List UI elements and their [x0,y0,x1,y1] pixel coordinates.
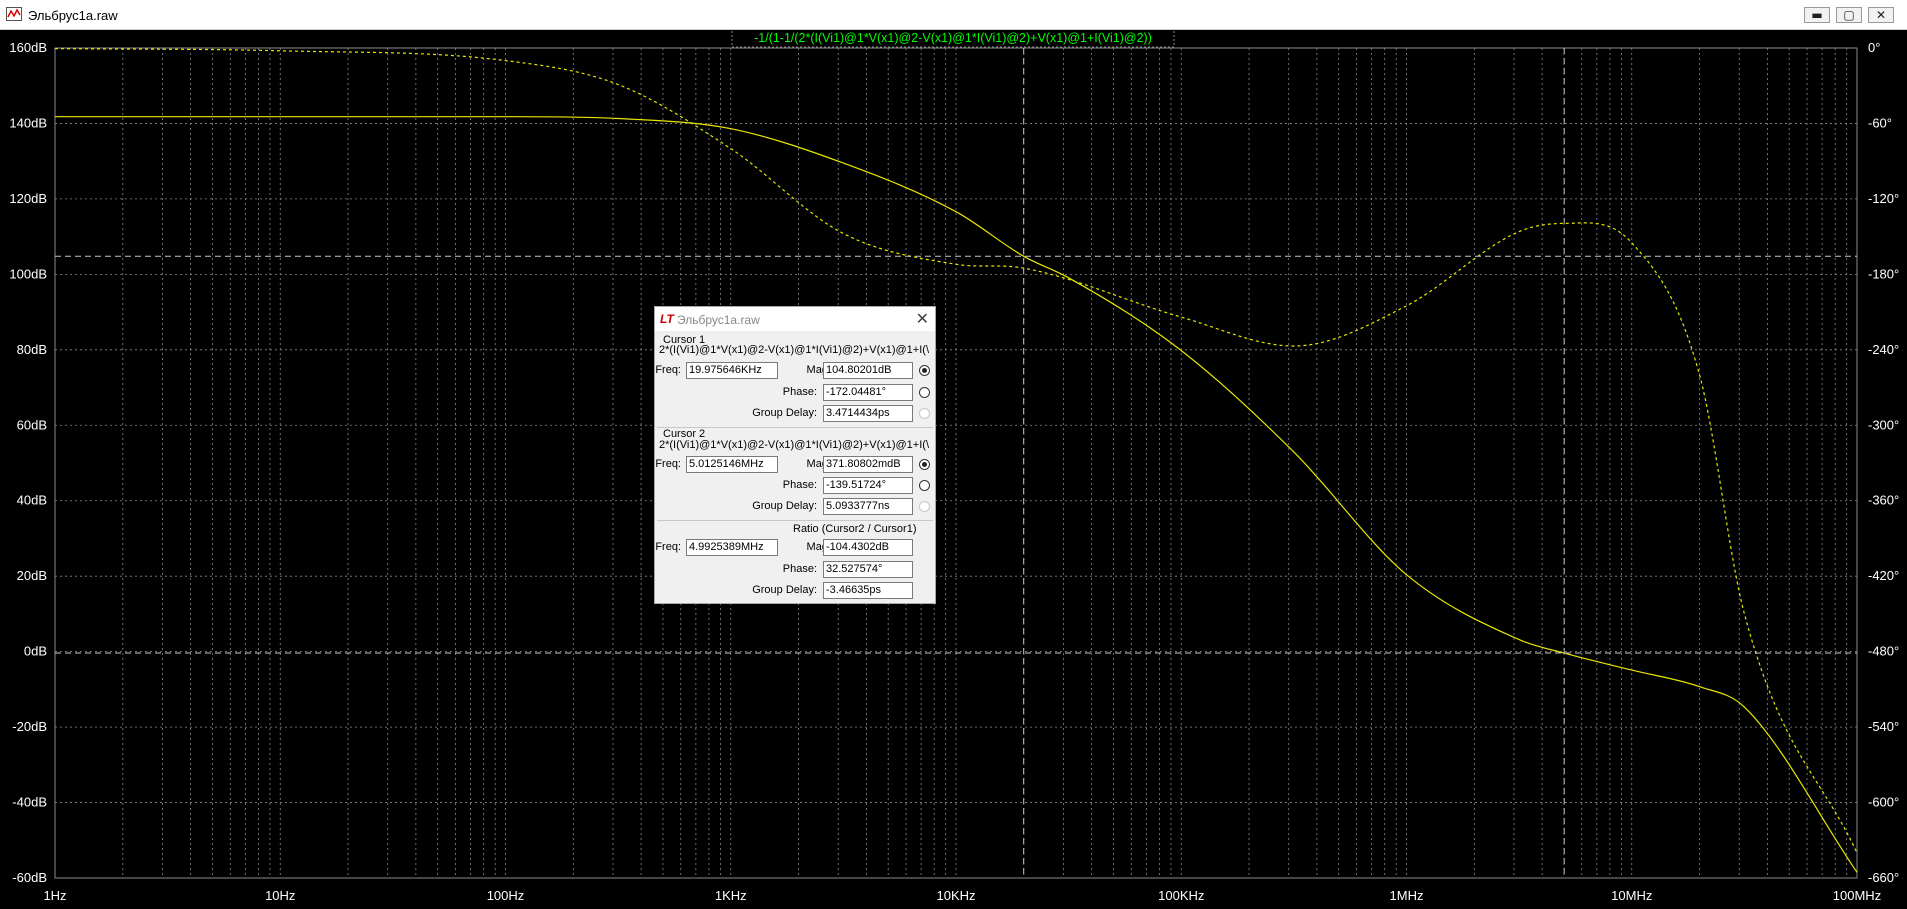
y-right-tick-label: -360° [1868,493,1899,508]
section-divider [657,520,933,521]
y-left-tick-label: 40dB [17,493,47,508]
y-right-tick-label: -300° [1868,417,1899,432]
y-left-tick-label: 120dB [9,191,47,206]
ratio-group-delay-field[interactable]: -3.46635ps [823,582,913,599]
lt-logo-icon: LT [660,312,674,326]
cursor1-expression: 2*(I(Vi1)@1*V(x1)@2-V(x1)@1*I(Vi1)@2)+V(… [659,344,929,356]
cursor2-expression: 2*(I(Vi1)@1*V(x1)@2-V(x1)@1*I(Vi1)@2)+V(… [659,439,929,451]
waveform-plot-pane[interactable]: 160dB 140dB 120dB 100dB 80dB 60dB 40dB 20dB 0dB -… [0,30,1907,909]
minimize-button[interactable]: ▬ [1804,7,1830,23]
waveform-app-icon [6,7,22,21]
cursor2-freq-field[interactable]: 5.0125146MHz [686,456,778,473]
x-tick-label: 100KHz [1158,888,1204,903]
dialog-close-icon[interactable]: ✕ [916,309,929,329]
y-left-tick-label: 80dB [17,342,47,357]
x-tick-label: 10KHz [936,888,975,903]
ratio-freq-field[interactable]: 4.9925389MHz [686,539,778,556]
window-title: Эльбрус1a.raw [28,8,118,23]
cursor1-group-delay-field[interactable]: 3.4714434ps [823,405,913,422]
window-titlebar: Эльбрус1a.raw ▬ ▢ ✕ [0,0,1907,30]
cursor2-group-delay-radio[interactable] [919,501,930,512]
x-tick-label: 1Hz [43,888,66,903]
cursor2-phase-label: Phase: [782,479,817,491]
y-right-tick-label: -120° [1868,191,1899,206]
grid-lines [54,47,1858,879]
y-right-tick-label: -480° [1868,644,1899,659]
x-tick-label: 100Hz [487,888,525,903]
dialog-titlebar: LT Эльбрус1a.raw ✕ [655,307,935,331]
cursor2-group-delay-label: Group Delay: [752,500,817,512]
bode-plot[interactable]: 160dB 140dB 120dB 100dB 80dB 60dB 40dB 20dB 0dB -… [0,30,1907,909]
cursor2-phase-field[interactable]: -139.51724° [823,477,913,494]
cursor1-phase-field[interactable]: -172.04481° [823,384,913,401]
y-left-tick-label: 100dB [9,266,47,281]
cursor1-freq-label: Freq: [655,364,681,376]
maximize-button[interactable]: ▢ [1836,7,1862,23]
y-left-tick-label: -20dB [12,719,47,734]
cursor2-phase-radio[interactable] [919,480,930,491]
close-button[interactable]: ✕ [1868,7,1894,23]
y-right-tick-label: -660° [1868,870,1899,885]
y-left-tick-label: -60dB [12,870,47,885]
trace-label[interactable]: -1/(1-1/(2*(I(Vi1)@1*V(x1)@2-V(x1)@1*I(V… [754,31,1152,45]
y-right-tick-label: -540° [1868,719,1899,734]
cursor1-mag-radio[interactable] [919,365,930,376]
y-left-tick-label: 20dB [17,568,47,583]
ratio-phase-field[interactable]: 32.527574° [823,561,913,578]
y-right-tick-label: -180° [1868,266,1899,281]
x-tick-label: 1MHz [1390,888,1424,903]
cursor1-freq-field[interactable]: 19.975646KHz [686,362,778,379]
x-tick-label: 10Hz [265,888,295,903]
y-right-tick-label: 0° [1868,40,1880,55]
x-tick-label: 1KHz [715,888,747,903]
cursor2-mag-radio[interactable] [919,459,930,470]
cursor1-phase-radio[interactable] [919,387,930,398]
dialog-title: Эльбрус1a.raw [677,313,760,327]
cursor2-freq-label: Freq: [655,458,681,470]
y-right-tick-label: -60° [1868,115,1892,130]
y-left-tick-label: 140dB [9,115,47,130]
y-right-tick-label: -240° [1868,342,1899,357]
ratio-group-delay-label: Group Delay: [752,584,817,596]
cursor2-group-delay-field[interactable]: 5.0933777ns [823,498,913,515]
cursor1-phase-label: Phase: [782,386,817,398]
ratio-phase-label: Phase: [782,563,817,575]
y-left-tick-label: -40dB [12,795,47,810]
y-left-tick-label: 60dB [17,417,47,432]
cursor1-mag-field[interactable]: 104.80201dB [823,362,913,379]
ratio-heading: Ratio (Cursor2 / Cursor1) [793,523,917,535]
cursor2-mag-field[interactable]: 371.80802mdB [823,456,913,473]
y-right-tick-label: -600° [1868,795,1899,810]
x-tick-label: 100MHz [1833,888,1881,903]
cursor-readout-dialog[interactable]: LT Эльбрус1a.raw ✕ Cursor 1 2*(I(Vi1)@1*… [654,306,936,604]
y-right-tick-label: -420° [1868,568,1899,583]
ratio-freq-label: Freq: [655,541,681,553]
cursor1-group-delay-label: Group Delay: [752,407,817,419]
ratio-mag-field[interactable]: -104.4302dB [823,539,913,556]
y-left-tick-label: 0dB [24,644,47,659]
cursor1-group-delay-radio[interactable] [919,408,930,419]
x-tick-label: 10MHz [1611,888,1652,903]
axis-tick-labels: 160dB 140dB 120dB 100dB 80dB 60dB 40dB 20dB 0dB -… [9,40,1899,903]
y-left-tick-label: 160dB [9,40,47,55]
